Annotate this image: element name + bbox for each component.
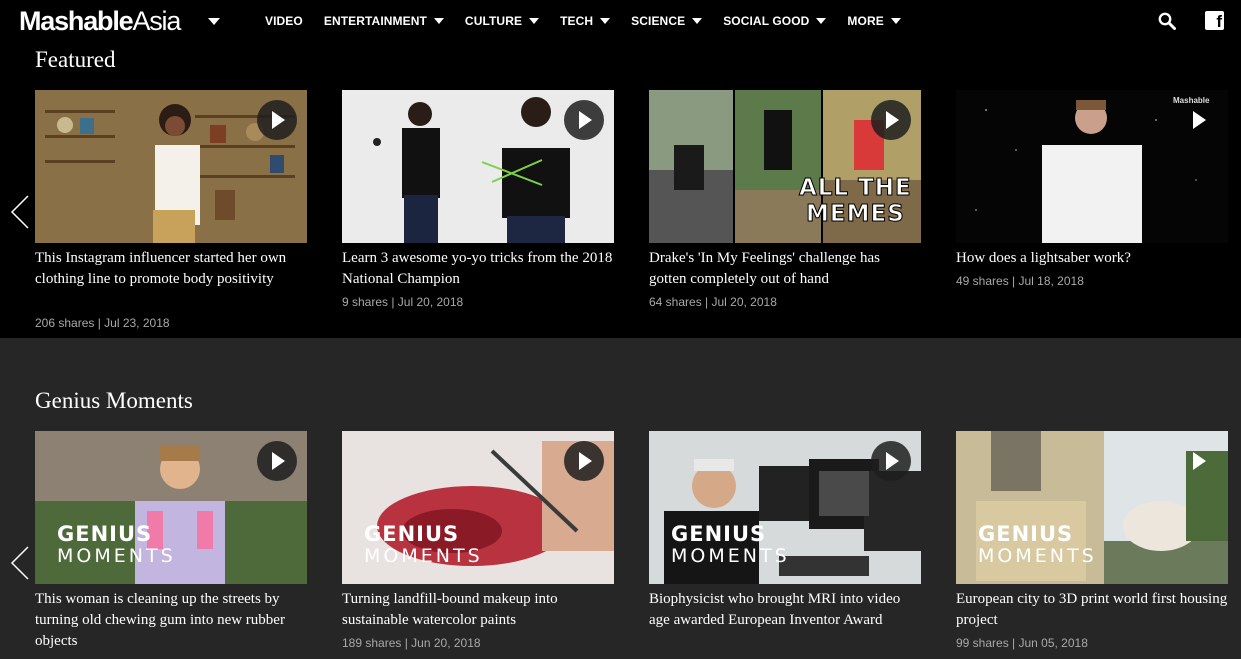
nav-item-video[interactable]: VIDEO: [265, 14, 303, 28]
nav-item-science[interactable]: SCIENCE: [631, 14, 703, 28]
chevron-down-icon[interactable]: [529, 18, 540, 24]
badge-line-2: MOMENTS: [671, 545, 790, 567]
nav-item-tech[interactable]: TECH: [560, 14, 611, 28]
video-meta: 49 shares | Jul 18, 2018: [956, 274, 1084, 288]
section-title-genius-moments: Genius Moments: [35, 388, 193, 413]
badge-line-1: GENIUS: [57, 522, 153, 546]
video-title[interactable]: Biophysicist who brought MRI into video …: [649, 589, 921, 631]
video-title[interactable]: This woman is cleaning up the streets by…: [35, 589, 307, 652]
video-meta: 9 shares | Jul 20, 2018: [342, 295, 464, 309]
chevron-down-icon[interactable]: [816, 18, 827, 24]
video-meta: 64 shares | Jul 20, 2018: [649, 295, 777, 309]
nav-item-label: CULTURE: [464, 14, 523, 28]
meme-overlay-text: ALL THE MEMES: [799, 175, 912, 228]
overlay-line-1: ALL THE: [799, 175, 912, 202]
video-title[interactable]: Turning landfill-bound makeup into susta…: [342, 589, 614, 631]
video-meta: 206 shares | Jul 23, 2018: [35, 316, 170, 330]
video-thumbnail[interactable]: [35, 90, 307, 243]
video-title[interactable]: Drake's 'In My Feelings' challenge has g…: [649, 248, 921, 290]
video-thumbnail[interactable]: GENIUS MOMENTS: [342, 431, 614, 584]
badge-line-1: GENIUS: [671, 522, 767, 546]
nav-item-label: MORE: [847, 14, 884, 28]
genius-moments-badge: GENIUS MOMENTS: [671, 523, 790, 567]
mashable-asia-logo[interactable]: MashableAsia: [19, 5, 181, 37]
video-thumbnail[interactable]: Mashable: [956, 90, 1228, 243]
play-button-icon[interactable]: [871, 441, 911, 481]
video-thumbnail[interactable]: GENIUS MOMENTS: [35, 431, 307, 584]
play-button-icon[interactable]: [564, 441, 604, 481]
search-icon[interactable]: [1158, 12, 1176, 30]
section-title-featured: Featured: [35, 47, 116, 72]
play-button-icon[interactable]: [1178, 441, 1218, 481]
logo-bold-text: Mashable: [19, 6, 134, 36]
play-button-icon[interactable]: [564, 100, 604, 140]
badge-line-2: MOMENTS: [978, 545, 1097, 567]
chevron-down-icon[interactable]: [692, 18, 703, 24]
top-nav: MashableAsia VIDEO ENTERTAINMENT CULTURE TE…: [0, 0, 1241, 42]
main-menu: VIDEO ENTERTAINMENT CULTURE TECH SCIENCE SOCI…: [265, 0, 922, 42]
video-title[interactable]: This Instagram influencer started her ow…: [35, 248, 307, 290]
play-button-icon[interactable]: [257, 441, 297, 481]
play-button-icon[interactable]: [257, 100, 297, 140]
facebook-icon[interactable]: f: [1205, 11, 1224, 31]
carousel-prev-arrow-icon[interactable]: [10, 545, 30, 581]
logo-light-text: Asia: [132, 6, 181, 36]
nav-item-more[interactable]: MORE: [847, 14, 901, 28]
badge-line-1: GENIUS: [978, 522, 1074, 546]
chevron-down-icon[interactable]: [433, 18, 444, 24]
video-meta: 99 shares | Jun 05, 2018: [956, 636, 1088, 650]
video-thumbnail[interactable]: GENIUS MOMENTS: [956, 431, 1228, 584]
badge-line-1: GENIUS: [364, 522, 460, 546]
genius-moments-badge: GENIUS MOMENTS: [364, 523, 483, 567]
video-title[interactable]: European city to 3D print world first ho…: [956, 589, 1228, 631]
play-button-icon[interactable]: [871, 100, 911, 140]
genius-moments-badge: GENIUS MOMENTS: [978, 523, 1097, 567]
video-thumbnail[interactable]: GENIUS MOMENTS: [649, 431, 921, 584]
video-thumbnail[interactable]: [342, 90, 614, 243]
video-meta: 189 shares | Jun 20, 2018: [342, 636, 481, 650]
nav-item-label: VIDEO: [265, 14, 303, 28]
featured-section: Featured This Instagram influencer start…: [0, 42, 1241, 338]
nav-item-label: ENTERTAINMENT: [323, 14, 427, 28]
nav-item-social-good[interactable]: SOCIAL GOOD: [723, 14, 827, 28]
nav-item-label: SCIENCE: [631, 14, 686, 28]
video-thumbnail[interactable]: ALL THE MEMES: [649, 90, 921, 243]
logo-dropdown-icon[interactable]: [208, 18, 220, 25]
video-title[interactable]: Learn 3 awesome yo-yo tricks from the 20…: [342, 248, 614, 290]
carousel-prev-arrow-icon[interactable]: [10, 194, 30, 230]
overlay-line-2: MEMES: [806, 201, 905, 228]
nav-item-label: SOCIAL GOOD: [723, 14, 810, 28]
badge-line-2: MOMENTS: [364, 545, 483, 567]
badge-line-2: MOMENTS: [57, 545, 176, 567]
chevron-down-icon[interactable]: [600, 18, 611, 24]
nav-item-label: TECH: [560, 14, 594, 28]
facebook-glyph: f: [1216, 12, 1222, 31]
nav-item-entertainment[interactable]: ENTERTAINMENT: [324, 14, 444, 28]
video-title[interactable]: How does a lightsaber work?: [956, 248, 1228, 269]
genius-moments-section: Genius Moments GENIUS MOMENTS This woman…: [0, 338, 1241, 659]
nav-item-culture[interactable]: CULTURE: [464, 14, 540, 28]
chevron-down-icon[interactable]: [890, 18, 901, 24]
play-button-icon[interactable]: [1178, 100, 1218, 140]
genius-moments-badge: GENIUS MOMENTS: [57, 523, 176, 567]
